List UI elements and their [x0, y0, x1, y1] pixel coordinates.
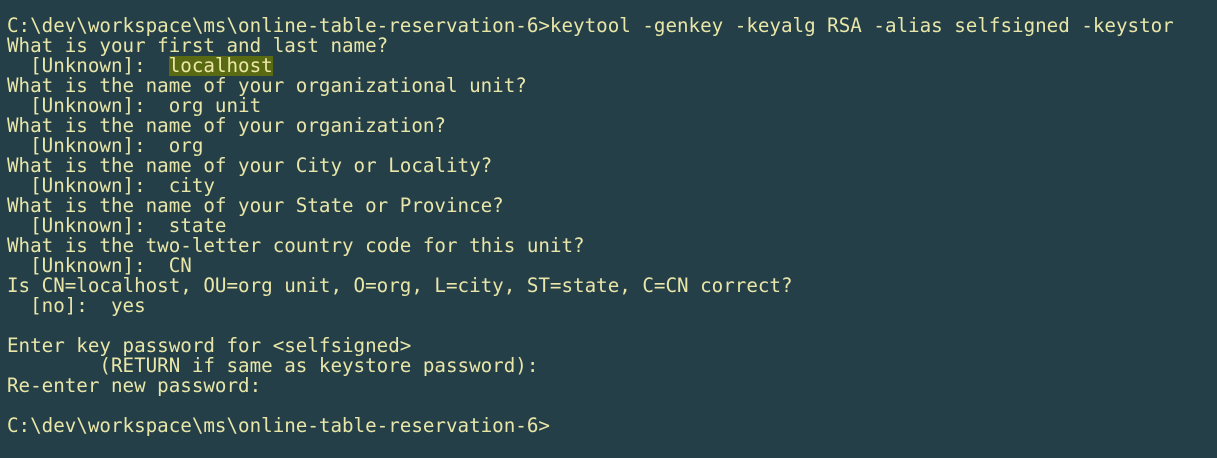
prompt-state-question: What is the name of your State or Provin… [7, 196, 504, 216]
prompt-confirm-answer: [no]: yes [7, 296, 146, 316]
prompt-city-answer: [Unknown]: city [7, 176, 215, 196]
prompt-org-unit-question: What is the name of your organizational … [7, 76, 527, 96]
terminal-command-line: C:\dev\workspace\ms\online-table-reserva… [7, 16, 1174, 36]
prompt-organization-answer: [Unknown]: org [7, 136, 204, 156]
prompt-organization-question: What is the name of your organization? [7, 116, 446, 136]
prompt-confirm-question: Is CN=localhost, OU=org unit, O=org, L=c… [7, 276, 793, 296]
terminal-prompt[interactable]: C:\dev\workspace\ms\online-table-reserva… [7, 416, 1217, 436]
prompt-reenter-password: Re-enter new password: [7, 376, 262, 396]
prompt-name-question: What is your first and last name? [7, 36, 389, 56]
prompt-state-answer: [Unknown]: state [7, 216, 227, 236]
highlighted-answer-localhost: localhost [168, 56, 273, 76]
terminal-window[interactable]: C:\dev\workspace\ms\online-table-reserva… [0, 0, 1217, 458]
prompt-key-password: Enter key password for <selfsigned> [7, 336, 412, 356]
prompt-name-answer-label: [Unknown]: [7, 56, 169, 76]
prompt-country-answer: [Unknown]: CN [7, 256, 192, 276]
prompt-country-question: What is the two-letter country code for … [7, 236, 585, 256]
prompt-key-password-hint: (RETURN if same as keystore password): [7, 356, 539, 376]
prompt-org-unit-answer: [Unknown]: org unit [7, 96, 262, 116]
prompt-city-question: What is the name of your City or Localit… [7, 156, 493, 176]
prompt-name-answer-line: [Unknown]: localhost [7, 56, 1217, 76]
